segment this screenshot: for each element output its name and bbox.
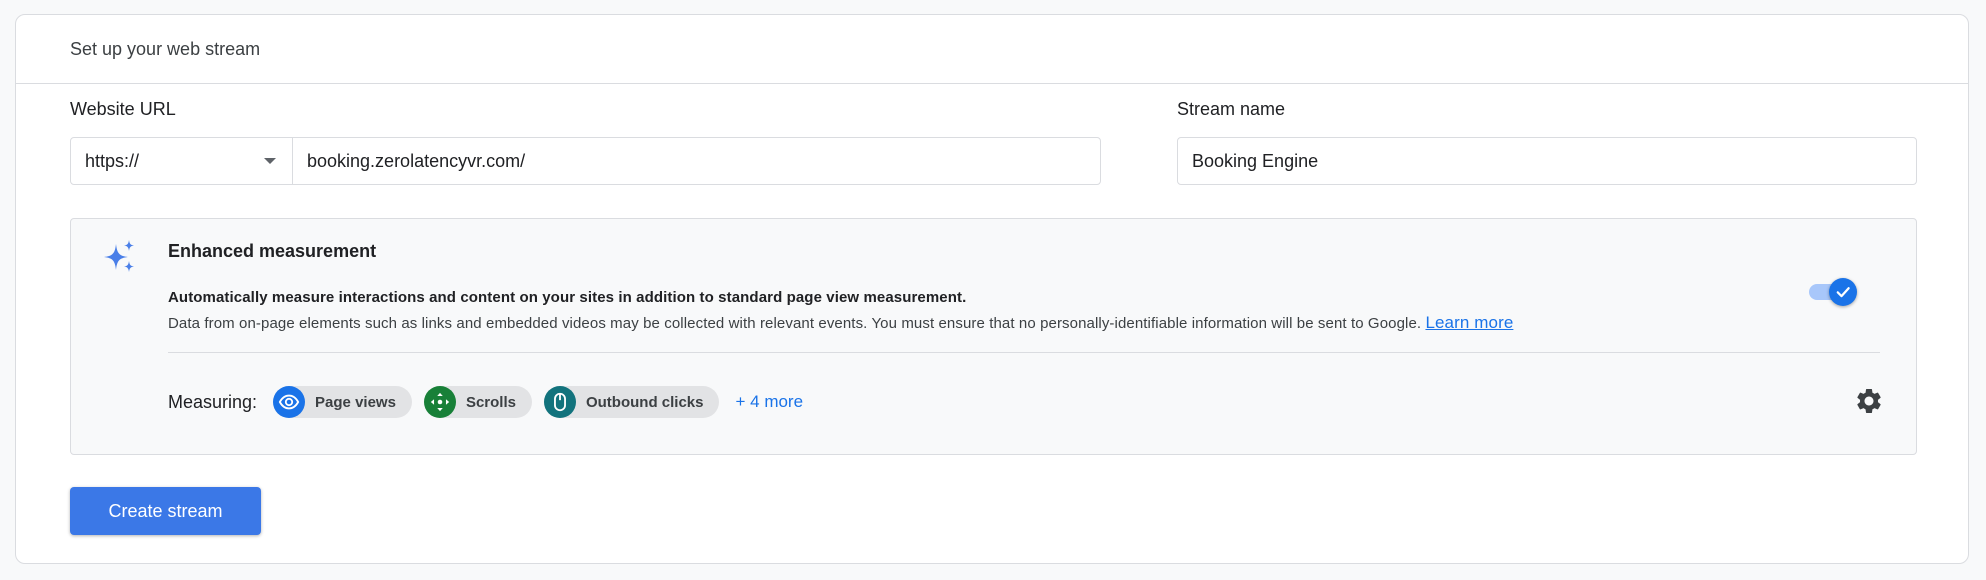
- website-url-label: Website URL: [70, 99, 176, 119]
- toggle-thumb: [1829, 278, 1857, 306]
- sparkle-icon: [104, 240, 134, 272]
- divider: [168, 352, 1880, 353]
- enhanced-measurement-toggle[interactable]: [1809, 276, 1861, 308]
- web-stream-card: Set up your web stream Website URL https…: [15, 14, 1969, 564]
- caret-down-icon: [264, 158, 276, 164]
- chip-label: Page views: [315, 393, 396, 411]
- chip-page-views: Page views: [273, 386, 412, 418]
- checkmark-icon: [1836, 287, 1850, 298]
- mouse-icon: [543, 386, 576, 418]
- chip-outbound-clicks: Outbound clicks: [543, 386, 720, 418]
- chip-scrolls: Scrolls: [423, 386, 532, 418]
- enhanced-measurement-description: Data from on-page elements such as links…: [168, 313, 1513, 333]
- card-header: Set up your web stream: [16, 15, 1968, 84]
- more-events-link[interactable]: + 4 more: [735, 392, 803, 412]
- description-text: Data from on-page elements such as links…: [168, 315, 1422, 332]
- learn-more-link[interactable]: Learn more: [1425, 313, 1513, 332]
- enhanced-measurement-summary: Automatically measure interactions and c…: [168, 289, 967, 306]
- eye-icon: [273, 386, 306, 418]
- scroll-arrows-icon: [423, 386, 456, 418]
- website-url-group: https://: [70, 137, 1101, 185]
- chip-label: Scrolls: [465, 393, 516, 411]
- stream-name-label: Stream name: [1177, 99, 1286, 119]
- enhanced-measurement-panel: Enhanced measurement Automatically measu…: [70, 218, 1917, 455]
- create-stream-button[interactable]: Create stream: [70, 487, 261, 535]
- stream-name-input[interactable]: [1178, 138, 1916, 184]
- stream-name-field: [1177, 137, 1917, 185]
- protocol-select[interactable]: https://: [71, 138, 293, 184]
- website-url-input[interactable]: [293, 138, 1100, 184]
- enhanced-measurement-title: Enhanced measurement: [168, 241, 377, 261]
- page-title: Set up your web stream: [70, 38, 261, 59]
- measuring-label: Measuring:: [168, 391, 258, 412]
- measuring-row: Measuring: Page views Scrolls Outbound c…: [168, 385, 803, 419]
- protocol-value: https://: [85, 150, 140, 171]
- gear-icon[interactable]: [1854, 386, 1884, 416]
- chip-label: Outbound clicks: [585, 393, 704, 411]
